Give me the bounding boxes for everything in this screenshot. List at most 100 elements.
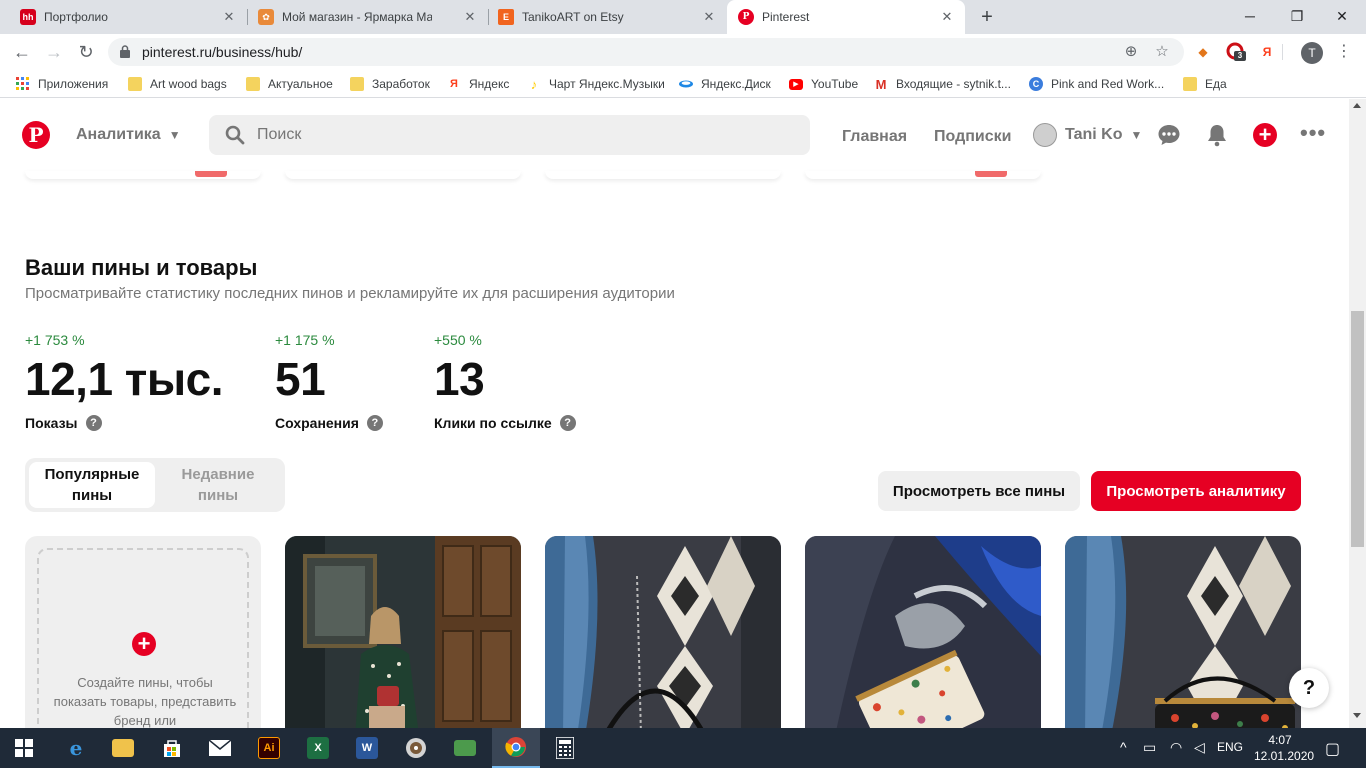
stat-card <box>25 171 261 179</box>
window-close-icon[interactable]: ✕ <box>1330 4 1354 28</box>
user-menu-button[interactable]: Tani Ko ▼ <box>1033 123 1142 147</box>
close-icon[interactable]: ✕ <box>701 9 717 25</box>
stat-value: 13 <box>434 353 485 405</box>
add-to-page-icon[interactable]: ⊕ <box>1121 42 1141 62</box>
bookmark-canva[interactable]: C Pink and Red Work... <box>1029 75 1164 93</box>
minimize-icon[interactable]: ─ <box>1238 4 1262 28</box>
store-icon[interactable] <box>148 728 196 768</box>
pin-card[interactable] <box>805 536 1041 736</box>
browser-tab-strip: hh Портфолио ✕ ✿ Мой магазин - Ярмарка М… <box>0 0 1366 34</box>
bookmark-yandex-disk[interactable]: Яндекс.Диск <box>679 75 771 93</box>
bookmark-aktualnoe[interactable]: Актуальное <box>246 75 333 93</box>
help-question-icon[interactable]: ? <box>85 415 102 431</box>
bookmark-label: Приложения <box>38 77 109 91</box>
close-icon[interactable]: ✕ <box>462 9 478 25</box>
word-icon[interactable]: W <box>343 728 391 768</box>
bookmark-art-wood-bags[interactable]: Art wood bags <box>128 75 227 93</box>
notifications-bell-icon[interactable] <box>1205 123 1229 147</box>
bookmark-youtube[interactable]: ▶ YouTube <box>789 75 858 93</box>
tab-title: Мой магазин - Ярмарка Мастеров <box>282 10 432 24</box>
bookmark-label: Актуальное <box>268 77 333 91</box>
mail-icon[interactable] <box>196 728 244 768</box>
pin-card[interactable] <box>1065 536 1301 736</box>
forward-arrow-icon[interactable]: → <box>42 40 66 64</box>
chrome-menu-icon[interactable]: ⋮ <box>1334 42 1354 62</box>
view-analytics-button[interactable]: Просмотреть аналитику <box>1091 471 1301 511</box>
excel-icon[interactable]: X <box>294 728 342 768</box>
scroll-down-icon[interactable] <box>1353 713 1361 718</box>
create-plus-button[interactable]: + <box>1253 123 1277 147</box>
tab-pinterest[interactable]: P Pinterest ✕ <box>727 0 965 34</box>
analytics-menu-button[interactable]: Аналитика ▼ <box>76 126 181 144</box>
tab-label: пины <box>197 487 239 504</box>
bookmark-gmail[interactable]: M Входящие - sytnik.t... <box>874 75 1011 93</box>
bookmark-star-icon[interactable]: ☆ <box>1152 42 1172 62</box>
bookmark-yandex[interactable]: Я Яндекс <box>447 75 509 93</box>
home-link[interactable]: Главная <box>842 128 907 146</box>
language-indicator[interactable]: ENG <box>1217 740 1243 754</box>
notifications-center-icon[interactable]: ▢ <box>1325 739 1340 759</box>
messages-icon[interactable] <box>1157 123 1181 147</box>
close-icon[interactable]: ✕ <box>939 9 955 25</box>
wifi-icon[interactable]: ◠ <box>1170 739 1182 756</box>
windows-taskbar: e Ai X W ^ ▭ ◠ ◁ ENG 4:07 12.01.2020 ▢ <box>0 728 1366 768</box>
page-scrollbar[interactable] <box>1349 99 1366 728</box>
create-pin-card[interactable]: + Создайте пины, чтобы показать товары, … <box>25 536 261 738</box>
tray-chevron-up-icon[interactable]: ^ <box>1120 739 1127 755</box>
back-arrow-icon[interactable]: ← <box>10 40 34 64</box>
bookmark-label: Чарт Яндекс.Музыки <box>549 77 665 91</box>
view-all-pins-button[interactable]: Просмотреть все пины <box>878 471 1080 511</box>
scroll-up-icon[interactable] <box>1353 103 1361 108</box>
tab-recent-pins[interactable]: Недавние пины <box>155 462 281 508</box>
disk-icon <box>679 77 693 91</box>
bookmark-zarabotok[interactable]: Заработок <box>350 75 430 93</box>
pin-card[interactable] <box>545 536 781 736</box>
windows-start-icon[interactable] <box>0 728 48 768</box>
calculator-icon[interactable] <box>541 728 589 768</box>
following-link[interactable]: Подписки <box>934 128 1011 146</box>
clock-time: 4:07 <box>1268 733 1292 747</box>
media-player-icon[interactable] <box>392 728 440 768</box>
battery-icon[interactable]: ▭ <box>1143 739 1156 756</box>
illustrator-icon[interactable]: Ai <box>245 728 293 768</box>
tab-title: Портфолио <box>44 10 108 24</box>
metamask-extension-icon[interactable]: ◆ <box>1193 42 1213 62</box>
address-bar[interactable]: pinterest.ru/business/hub/ ⊕ ☆ <box>108 38 1184 66</box>
chrome-taskbar-icon[interactable] <box>492 728 540 768</box>
help-button[interactable]: ? <box>1289 668 1329 708</box>
reload-icon[interactable]: ↻ <box>74 40 98 64</box>
profile-avatar[interactable]: T <box>1301 42 1323 64</box>
close-icon[interactable]: ✕ <box>221 9 237 25</box>
pinterest-header: P Аналитика ▼ Главная Подписки Tani Ko ▼… <box>0 99 1366 171</box>
bookmark-yandex-music[interactable]: ♪ Чарт Яндекс.Музыки <box>527 75 665 93</box>
chevron-down-icon: ▼ <box>168 128 181 142</box>
system-clock[interactable]: 4:07 12.01.2020 <box>1254 732 1315 764</box>
volume-icon[interactable]: ◁ <box>1194 739 1205 756</box>
pinterest-logo-icon[interactable]: P <box>22 121 50 149</box>
create-pin-text: Создайте пины, чтобы показать товары, пр… <box>53 675 237 728</box>
file-explorer-icon[interactable] <box>99 728 147 768</box>
scrollbar-thumb[interactable] <box>1351 311 1364 547</box>
search-input[interactable] <box>257 126 757 144</box>
edge-browser-icon[interactable]: e <box>52 728 100 768</box>
help-question-icon[interactable]: ? <box>559 415 576 431</box>
tab-popular-pins[interactable]: Популярные пины <box>29 462 155 508</box>
clock-date: 12.01.2020 <box>1254 749 1315 763</box>
help-question-icon[interactable]: ? <box>366 415 383 431</box>
bookmark-apps[interactable]: Приложения <box>16 75 108 93</box>
more-options-icon[interactable]: ••• <box>1300 122 1326 144</box>
pin-card[interactable] <box>285 536 521 736</box>
restore-icon[interactable]: ❐ <box>1285 4 1309 28</box>
search-bar[interactable] <box>209 115 810 155</box>
tab-yarmarka[interactable]: ✿ Мой магазин - Ярмарка Мастеров ✕ <box>248 0 488 34</box>
bookmark-label: Входящие - sytnik.t... <box>896 77 1011 91</box>
tab-portfolio[interactable]: hh Портфолио ✕ <box>0 0 247 34</box>
new-tab-button[interactable]: + <box>976 6 998 28</box>
yandex-extension-icon[interactable]: Я <box>1257 42 1277 62</box>
bookmark-eda[interactable]: Еда <box>1183 75 1227 93</box>
pins-filter-toggle: Популярные пины Недавние пины <box>25 458 285 512</box>
add-plus-icon[interactable]: + <box>132 632 156 656</box>
money-app-icon[interactable] <box>441 728 489 768</box>
opera-extension-icon[interactable]: 3 <box>1225 42 1246 62</box>
tab-etsy[interactable]: E TanikoART on Etsy ✕ <box>489 0 727 34</box>
